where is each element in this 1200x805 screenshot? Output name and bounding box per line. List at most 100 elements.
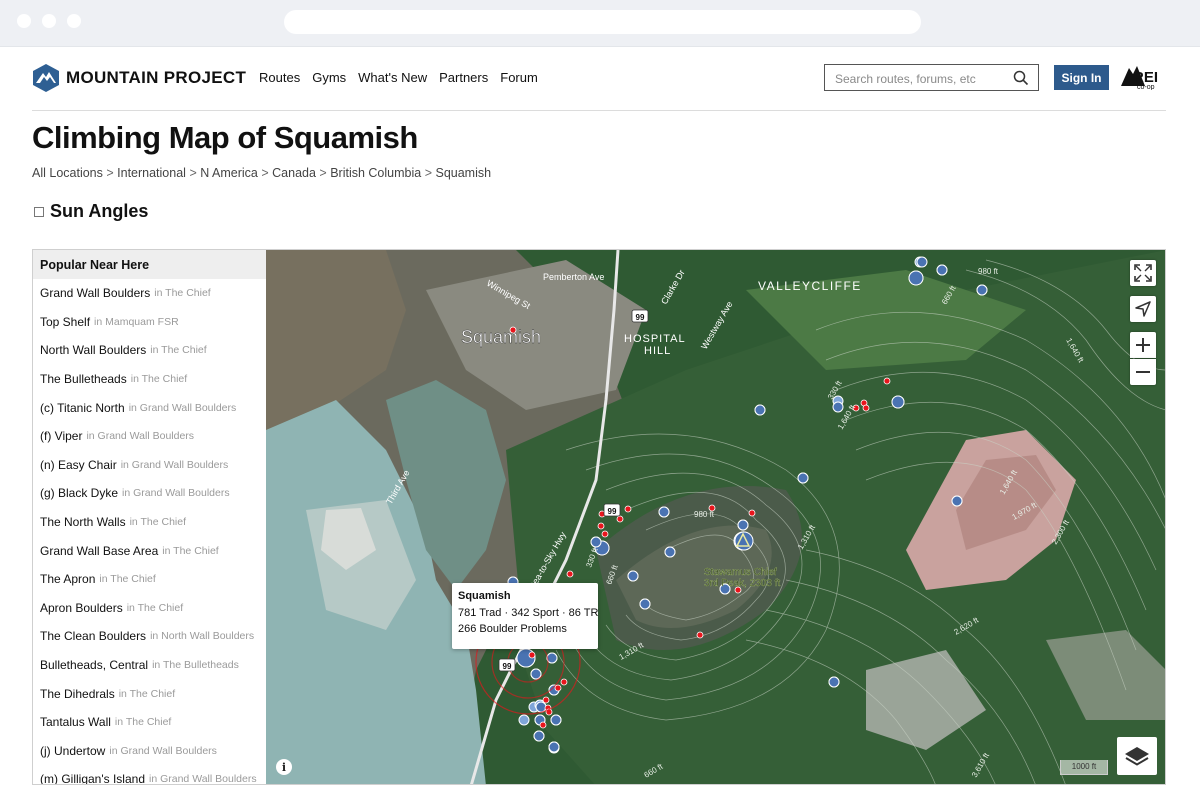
item-name: (c) Titanic North	[40, 400, 125, 415]
scale-bar: 1000 ft	[1060, 760, 1108, 775]
contour-label: 980 ft	[978, 267, 999, 276]
highway-shield-label: 99	[636, 313, 645, 322]
item-area: in The Chief	[130, 373, 188, 386]
window-button-minimize[interactable]	[42, 14, 56, 28]
breadcrumb-squamish[interactable]: Squamish	[435, 166, 491, 180]
item-area: in North Wall Boulders	[150, 630, 255, 643]
breadcrumb-n-america[interactable]: N America	[200, 166, 258, 180]
item-area: in Grand Wall Boulders	[128, 401, 237, 414]
list-item[interactable]: (m) Gilligan's Island in Grand Wall Bould…	[33, 765, 266, 785]
list-item[interactable]: Apron Boulders in The Chief	[33, 594, 266, 623]
list-item[interactable]: (n) Easy Chair in Grand Wall Boulders	[33, 451, 266, 480]
item-area: in The Chief	[114, 716, 172, 729]
list-item[interactable]: Grand Wall Base Area in The Chief	[33, 536, 266, 565]
breadcrumb-all-locations[interactable]: All Locations	[32, 166, 103, 180]
breadcrumb-international[interactable]: International	[117, 166, 186, 180]
window-button-maximize[interactable]	[67, 14, 81, 28]
highway-shield-label: 99	[608, 507, 617, 516]
sign-in-button[interactable]: Sign In	[1054, 65, 1109, 90]
list-item[interactable]: The Apron in The Chief	[33, 565, 266, 594]
nav-whats-new[interactable]: What's New	[358, 70, 427, 85]
list-item[interactable]: The Clean Boulders in North Wall Boulders	[33, 622, 266, 651]
list-item[interactable]: (c) Titanic North in Grand Wall Boulders	[33, 393, 266, 422]
map-label-town: Squamish	[461, 327, 541, 347]
list-item[interactable]: Top Shelf in Mamquam FSR	[33, 308, 266, 337]
svg-text:co-op: co-op	[1137, 84, 1155, 90]
list-item[interactable]: (f) Viper in Grand Wall Boulders	[33, 422, 266, 451]
item-area: in The Chief	[129, 516, 187, 529]
item-name: (n) Easy Chair	[40, 457, 117, 472]
search-box	[824, 64, 1039, 91]
search-icon[interactable]	[1013, 70, 1029, 86]
address-bar[interactable]	[284, 10, 921, 34]
locate-button[interactable]	[1130, 296, 1156, 322]
list-item[interactable]: The North Walls in The Chief	[33, 508, 266, 537]
item-name: Bulletheads, Central	[40, 658, 149, 673]
map-canvas[interactable]: 99 99 99 Squamish HOSPITAL HILL VALLEYCL…	[266, 250, 1166, 785]
breadcrumb-separator: >	[319, 166, 331, 180]
popup-title[interactable]: Squamish	[458, 590, 592, 602]
item-area: in Grand Wall Boulders	[149, 773, 257, 785]
browser-chrome	[0, 0, 1200, 47]
nav-partners[interactable]: Partners	[439, 70, 488, 85]
sun-angles-label[interactable]: Sun Angles	[50, 201, 148, 222]
nav-routes[interactable]: Routes	[259, 70, 300, 85]
info-icon[interactable]: i	[276, 759, 292, 775]
item-name: The Apron	[40, 572, 96, 587]
nav-gyms[interactable]: Gyms	[312, 70, 346, 85]
list-item[interactable]: (j) Undertow in Grand Wall Boulders	[33, 737, 266, 766]
breadcrumb: All Locations > International > N Americ…	[32, 166, 491, 180]
fullscreen-button[interactable]	[1130, 260, 1156, 286]
main-nav: Routes Gyms What's New Partners Forum	[259, 70, 550, 85]
area-popup[interactable]: Squamish 781 Trad · 342 Sport · 86 TR 26…	[452, 583, 598, 649]
breadcrumb-separator: >	[189, 166, 201, 180]
item-name: (g) Black Dyke	[40, 486, 119, 501]
climbing-map[interactable]: 99 99 99 Squamish HOSPITAL HILL VALLEYCL…	[266, 250, 1166, 785]
list-item[interactable]: The Dihedrals in The Chief	[33, 679, 266, 708]
map-label-peak-elevation: 3rd Peak, 2303 ft	[704, 578, 780, 589]
item-name: The Clean Boulders	[40, 629, 147, 644]
highway-shield-label: 99	[503, 662, 512, 671]
map-label-hospital: HOSPITAL	[624, 333, 686, 345]
item-name: Apron Boulders	[40, 600, 123, 615]
item-name: (m) Gilligan's Island	[40, 772, 145, 785]
item-name: (f) Viper	[40, 429, 83, 444]
popular-sidebar: Popular Near Here Grand Wall Boulders in …	[33, 250, 267, 785]
item-name: The Bulletheads	[40, 372, 127, 387]
item-area: in The Chief	[126, 601, 184, 614]
item-area: in The Bulletheads	[152, 659, 239, 672]
list-item[interactable]: Grand Wall Boulders in The Chief	[33, 279, 266, 308]
contour-label: 980 ft	[694, 510, 715, 519]
list-item[interactable]: Tantalus Wall in The Chief	[33, 708, 266, 737]
sun-angles-checkbox[interactable]	[34, 206, 44, 217]
item-name: North Wall Boulders	[40, 343, 147, 358]
site-logo[interactable]: MOUNTAIN PROJECT	[32, 62, 246, 94]
window-button-close[interactable]	[17, 14, 31, 28]
breadcrumb-separator: >	[424, 166, 436, 180]
item-name: (j) Undertow	[40, 743, 106, 758]
item-name: Grand Wall Base Area	[40, 543, 159, 558]
map-panel: Popular Near Here Grand Wall Boulders in …	[32, 249, 1166, 785]
list-item[interactable]: (g) Black Dyke in Grand Wall Boulders	[33, 479, 266, 508]
sidebar-heading: Popular Near Here	[33, 250, 266, 279]
map-label-valleycliffe: VALLEYCLIFFE	[758, 279, 862, 293]
site-header: MOUNTAIN PROJECT Routes Gyms What's New …	[32, 58, 1166, 111]
popup-route-counts: 781 Trad · 342 Sport · 86 TR	[458, 607, 599, 619]
item-area: in The Chief	[154, 287, 211, 300]
breadcrumb-canada[interactable]: Canada	[272, 166, 316, 180]
zoom-out-icon	[1136, 371, 1150, 373]
breadcrumb-separator: >	[106, 166, 118, 180]
nav-forum[interactable]: Forum	[500, 70, 538, 85]
list-item[interactable]: The Bulletheads in The Chief	[33, 365, 266, 394]
layers-button[interactable]	[1117, 737, 1157, 775]
search-input[interactable]	[833, 69, 1012, 89]
zoom-out-button[interactable]	[1130, 359, 1156, 385]
breadcrumb-british-columbia[interactable]: British Columbia	[330, 166, 421, 180]
rei-coop-logo[interactable]: REI co-op	[1119, 62, 1163, 95]
item-area: in Grand Wall Boulders	[109, 744, 217, 757]
layers-icon	[1125, 747, 1149, 766]
list-item[interactable]: Bulletheads, Central in The Bulletheads	[33, 651, 266, 680]
zoom-in-button[interactable]	[1130, 332, 1156, 358]
map-label-peak: Stawamus Chief	[704, 567, 777, 578]
list-item[interactable]: North Wall Boulders in The Chief	[33, 336, 266, 365]
